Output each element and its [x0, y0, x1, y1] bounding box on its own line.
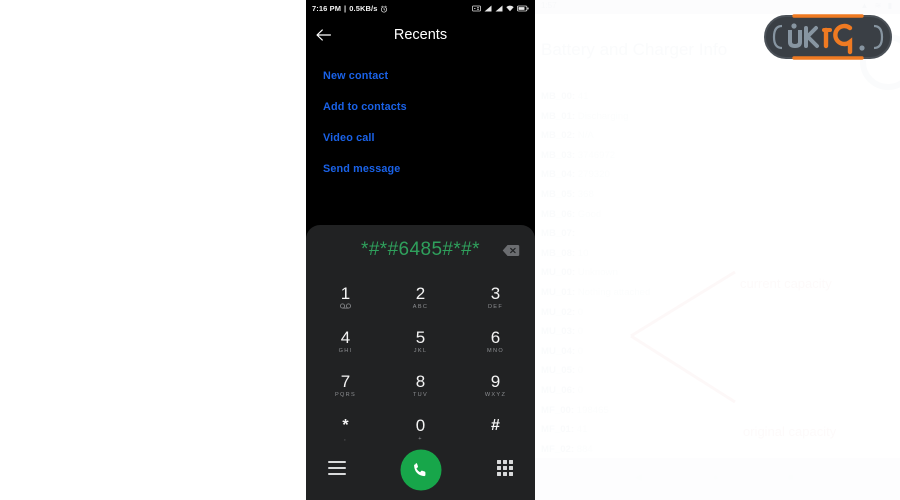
status-bar-time: 7:16 PM — [312, 4, 342, 13]
ghost-info-key: MB_01: — [541, 110, 576, 122]
ghost-page-title: Battery and Charger Info — [541, 40, 728, 59]
ghost-info-row: MB_03: 3746972 — [541, 146, 891, 166]
annotation-original-capacity: original capacity — [743, 424, 837, 439]
dialpad-key-6[interactable]: 6 MNO — [458, 319, 533, 363]
action-menu: New contact Add to contacts Video call Send… — [306, 52, 535, 184]
ghost-info-row: MB_06: Good — [541, 205, 891, 225]
dialpad-key-digit: 1 — [340, 283, 351, 303]
dialpad-key-sublabel: JKL — [413, 347, 428, 354]
ghost-info-value: 41 — [577, 91, 589, 102]
ghost-nav-back-icon: ◀ — [635, 472, 642, 482]
action-item-new-contact[interactable]: New contact — [323, 60, 535, 91]
dialpad-key-5[interactable]: 5 JKL — [383, 319, 458, 363]
signal-bars-2-icon — [495, 5, 503, 12]
dialpad-key-sublabel: DEF — [487, 303, 504, 310]
ghost-info-row: MB_07: — [541, 224, 891, 244]
ghost-nav-recents-icon: ■ — [788, 472, 794, 482]
status-bar-network-speed: 0.5KB/s — [349, 4, 378, 13]
ghost-info-key: MB_00: — [541, 91, 576, 102]
dialpad-key-digit: 4 — [340, 327, 351, 347]
dialpad-key-digit: # — [491, 416, 500, 434]
dialed-number-row: *#*#6485#*#* — [306, 225, 535, 275]
alarm-clock-icon — [380, 5, 388, 13]
ghost-info-value: N/A — [577, 130, 594, 142]
dialpad-grid-icon[interactable] — [497, 460, 513, 476]
ghost-background-screenshot: 1:57 ▲ ≋ ▮ Battery and Charger Info MB_0… — [535, 0, 900, 500]
ghost-info-key: MB_05: — [541, 188, 576, 200]
dialpad-key-digit: 2 — [415, 283, 426, 303]
ghost-info-row: MB_04: 279320 — [541, 165, 891, 185]
ghost-info-key: MB_03: — [541, 149, 576, 161]
ghost-info-row: MB_01: Discharging — [541, 107, 891, 127]
ghost-info-key: MB_04: — [541, 169, 576, 181]
dialpad-key-sublabel: WXYZ — [484, 391, 507, 398]
dialpad-keys: 1 2 ABC 3 DEF 4 GHI 5 JKL 6 MNO 7 PQRS 8 TUV 9 WXYZ *, 0 + # — [306, 275, 535, 451]
dialpad-key-4[interactable]: 4 GHI — [308, 319, 383, 363]
phone-call-icon[interactable] — [400, 449, 441, 491]
ghost-annotation-arrows — [630, 270, 736, 404]
annotation-current-capacity: current capacity — [740, 276, 832, 291]
dialpad-key-sublabel: ABC — [412, 303, 429, 310]
ghost-info-row: MB_05: 368 — [541, 185, 891, 205]
dialpad-key-7[interactable]: 7 PQRS — [308, 363, 383, 407]
ghost-info-key: MB_06: — [541, 208, 576, 220]
dialer-panel: *#*#6485#*#* 1 2 ABC 3 DEF 4 GHI 5 JKL 6 MNO 7 PQRS 8… — [306, 225, 535, 500]
action-item-video-call[interactable]: Video call — [323, 122, 535, 153]
ghost-info-value: 279320 — [577, 169, 610, 181]
ghost-navigation-bar: ◀ ● ■ — [535, 458, 900, 500]
dialpad-key-sublabel: PQRS — [334, 391, 357, 398]
ghost-info-value: 368 — [577, 188, 594, 200]
ghost-statusbar-icons: ▲ ≋ ▮ — [860, 1, 894, 10]
dialpad-key-8[interactable]: 8 TUV — [383, 363, 458, 407]
ghost-info-value: 3746972 — [577, 149, 616, 161]
ghost-info-row: MB_02: N/A — [541, 126, 891, 146]
dialpad-key-digit: 0 — [415, 415, 426, 435]
hamburger-menu-icon[interactable] — [328, 461, 346, 475]
dialpad-key-sublabel: TUV — [412, 391, 429, 398]
ghost-info-key: MB_07: — [541, 228, 576, 240]
ghost-info-value: Good — [577, 208, 602, 220]
dialpad-key-digit: 7 — [340, 371, 351, 391]
backspace-icon[interactable] — [501, 242, 521, 258]
page-title: Recents — [393, 26, 448, 43]
wifi-icon — [506, 5, 514, 12]
ghost-info-value: Discharging — [577, 110, 629, 122]
dialpad-key-3[interactable]: 3 DEF — [458, 275, 533, 319]
dialpad-key-digit: 6 — [490, 327, 501, 347]
status-bar-separator: | — [344, 4, 347, 13]
dialpad-key-9[interactable]: 9 WXYZ — [458, 363, 533, 407]
voicemail-icon — [340, 303, 351, 311]
dialpad-key-digit: 9 — [490, 371, 501, 391]
dialpad-key-digit: 3 — [490, 283, 501, 303]
dialpad-key-1[interactable]: 1 — [308, 275, 383, 319]
status-bar-left: 7:16 PM | 0.5KB/s — [312, 4, 388, 13]
battery-icon — [517, 5, 529, 12]
sim-card-icon — [472, 5, 481, 12]
dialpad-key-digit: 8 — [415, 371, 426, 391]
status-bar-right — [472, 5, 529, 12]
ghost-statusbar-time: 1:57 — [541, 1, 557, 10]
action-item-add-to-contacts[interactable]: Add to contacts — [323, 91, 535, 122]
ghost-info-row: MB_00: 41 — [541, 87, 891, 107]
back-arrow-icon[interactable] — [306, 18, 340, 52]
signal-bars-1-icon — [484, 5, 492, 12]
ghost-info-key: MB_02: — [541, 130, 576, 142]
dialpad-key-digit: * — [342, 416, 349, 434]
dialer-bottom-bar — [306, 440, 535, 500]
app-bar: Recents — [306, 17, 535, 52]
status-bar: 7:16 PM | 0.5KB/s — [306, 0, 535, 17]
dialpad-key-sublabel: MNO — [487, 347, 504, 354]
dialpad-key-sublabel: GHI — [338, 347, 353, 354]
action-item-send-message[interactable]: Send message — [323, 153, 535, 184]
dialpad-key-2[interactable]: 2 ABC — [383, 275, 458, 319]
dialed-number-display[interactable]: *#*#6485#*#* — [361, 239, 480, 261]
phone-screen: 7:16 PM | 0.5KB/s Recents New contact Ad… — [306, 0, 535, 500]
site-logo — [764, 12, 892, 62]
dialpad-key-digit: 5 — [415, 327, 426, 347]
ghost-nav-home-icon: ● — [713, 472, 719, 482]
